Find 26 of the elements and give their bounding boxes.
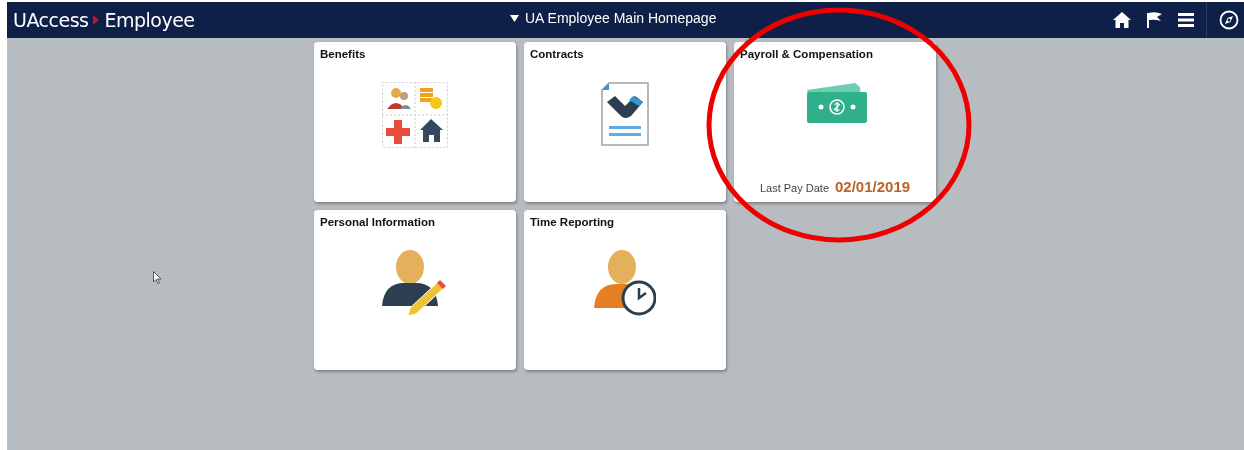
tile-title: Contracts: [529, 47, 585, 60]
triangle-icon: [93, 15, 100, 25]
mouse-pointer-icon: [153, 271, 162, 284]
tile[interactable]: Payroll & Compensation Last Pay Date 02/01/2019: [734, 42, 936, 202]
tile-title: Benefits: [319, 47, 367, 60]
benefits-icon: [382, 82, 448, 148]
person-with-clock-icon: [594, 250, 656, 316]
tile-title: Time Reporting: [529, 215, 616, 228]
caret-icon: [510, 14, 519, 22]
home-icon[interactable]: [1112, 11, 1132, 29]
tile[interactable]: Benefits: [314, 42, 516, 202]
contract-document-icon: [601, 82, 649, 146]
compass-icon[interactable]: [1219, 10, 1239, 30]
tile[interactable]: Personal Information: [314, 210, 516, 370]
homepage-selector[interactable]: UA Employee Main Homepage: [510, 10, 717, 26]
menu-icon[interactable]: [1178, 12, 1194, 28]
tile-title: Personal Information: [319, 215, 437, 228]
last-pay-date-value: 02/01/2019: [835, 178, 911, 195]
tile-title: Payroll & Compensation: [739, 47, 874, 60]
tile[interactable]: Contracts: [524, 42, 726, 202]
brand-name: UAccess: [13, 9, 89, 31]
person-with-pencil-icon: [382, 250, 448, 316]
last-pay-date-label: Last Pay Date: [759, 182, 829, 194]
tile[interactable]: Time Reporting: [524, 210, 726, 370]
flag-icon[interactable]: [1146, 11, 1164, 29]
section-name: Employee: [104, 9, 195, 31]
